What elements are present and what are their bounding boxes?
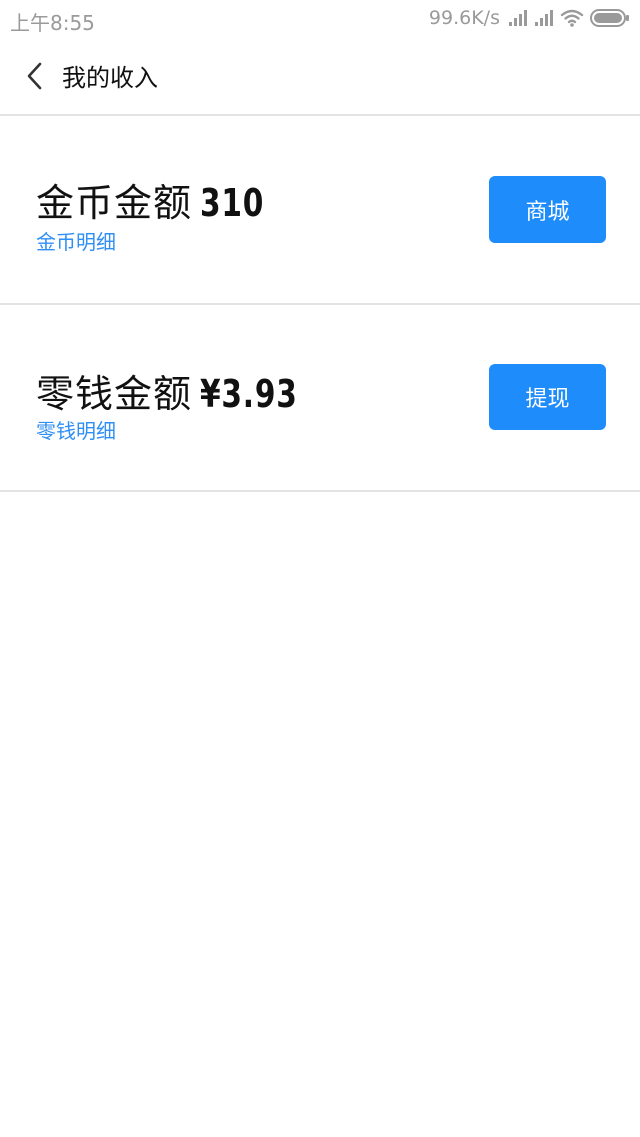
cash-detail-link[interactable]: 零钱明细	[36, 415, 116, 444]
cash-amount-label: 零钱金额	[36, 372, 193, 416]
coin-amount-label: 金币金额	[36, 181, 193, 225]
mall-button[interactable]: 商城	[489, 176, 606, 243]
battery-icon	[590, 8, 630, 28]
withdraw-button[interactable]: 提现	[489, 364, 606, 430]
coin-amount-value: 310	[200, 181, 265, 225]
status-time: 上午8:55	[10, 11, 95, 35]
cash-balance-card: 零钱金额 ¥3.93 零钱明细 提现	[0, 305, 640, 492]
navigation-bar: 我的收入	[0, 36, 640, 116]
signal-icon	[534, 9, 554, 27]
coin-detail-link[interactable]: 金币明细	[36, 226, 116, 255]
signal-icon	[508, 9, 528, 27]
network-speed: 99.6K/s	[428, 7, 500, 29]
status-indicators: 99.6K/s	[429, 6, 630, 30]
cash-amount: 零钱金额 ¥3.93	[36, 363, 325, 418]
wifi-icon	[560, 9, 584, 27]
status-bar: 上午8:55 99.6K/s	[0, 0, 640, 36]
cash-amount-value: ¥3.93	[200, 372, 298, 416]
page-title: 我的收入	[62, 64, 158, 92]
chevron-left-icon[interactable]	[22, 60, 50, 92]
coin-balance-card: 金币金额 310 金币明细 商城	[0, 116, 640, 305]
coin-amount: 金币金额 310	[36, 172, 282, 227]
